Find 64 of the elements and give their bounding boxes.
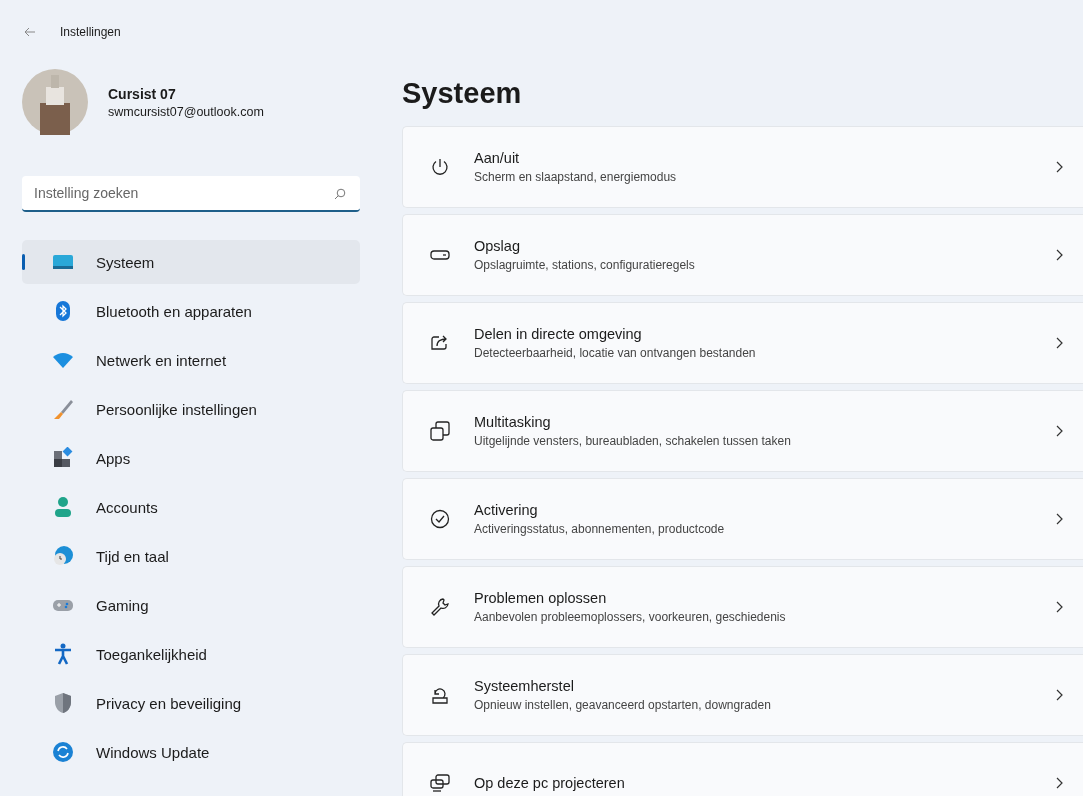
nav-item[interactable]: Apps [22, 436, 360, 480]
wrench-icon [430, 597, 450, 617]
settings-card[interactable]: Activering Activeringsstatus, abonnementen, productcode [402, 478, 1083, 560]
windows-stack-icon [430, 421, 450, 441]
nav-item[interactable]: Accounts [22, 485, 360, 529]
nav-item[interactable]: Privacy en beveiliging [22, 681, 360, 725]
card-subtitle: Opnieuw instellen, geavanceerd opstarten, downgraden [474, 698, 772, 712]
apps-grid-icon [52, 447, 74, 469]
card-title: Op deze pc projecteren [474, 775, 626, 791]
restore-icon [430, 685, 450, 705]
card-subtitle: Opslagruimte, stations, configuratieregels [474, 258, 696, 272]
person-icon [52, 496, 74, 518]
chevron-right-icon [1056, 425, 1063, 437]
nav-item[interactable]: Gaming [22, 583, 360, 627]
shield-icon [52, 692, 74, 714]
profile-email: swmcursist07@outlook.com [108, 104, 264, 119]
card-subtitle: Activeringsstatus, abonnementen, productcode [474, 522, 726, 536]
search-field[interactable]: Instelling zoeken [22, 176, 360, 212]
card-title: Opslag [474, 238, 521, 254]
settings-card[interactable]: Problemen oplossen Aanbevolen probleemoplossers, voorkeuren, geschiedenis [402, 566, 1083, 648]
accessibility-icon [52, 643, 74, 665]
search-icon [334, 188, 346, 200]
card-subtitle: Aanbevolen probleemoplossers, voorkeuren, geschiedenis [474, 610, 787, 624]
card-title: Delen in directe omgeving [474, 326, 643, 342]
card-title: Multitasking [474, 414, 552, 430]
nav-item[interactable]: Windows Update [22, 730, 360, 774]
nav-item[interactable]: Persoonlijke instellingen [22, 387, 360, 431]
card-subtitle: Detecteerbaarheid, locatie van ontvangen bestanden [474, 346, 757, 360]
chevron-right-icon [1056, 337, 1063, 349]
settings-card[interactable]: Aan/uit Scherm en slaapstand, energiemodus [402, 126, 1083, 208]
settings-card[interactable]: Delen in directe omgeving Detecteerbaarheid, locatie van ontvangen bestanden [402, 302, 1083, 384]
card-subtitle: Uitgelijnde vensters, bureaubladen, schakelen tussen taken [474, 434, 792, 448]
card-title: Activering [474, 502, 539, 518]
card-title: Aan/uit [474, 150, 521, 166]
back-arrow-icon[interactable] [24, 27, 36, 37]
chevron-right-icon [1056, 777, 1063, 789]
chevron-right-icon [1056, 601, 1063, 613]
monitors-icon [430, 773, 450, 793]
check-circle-icon [430, 509, 450, 529]
card-subtitle: Scherm en slaapstand, energiemodus [474, 170, 678, 184]
card-title: Problemen oplossen [474, 590, 608, 606]
share-icon [430, 333, 450, 353]
settings-card[interactable]: Opslag Opslagruimte, stations, configuratieregels [402, 214, 1083, 296]
avatar-picture [22, 69, 88, 135]
window-title: Instellingen [60, 25, 121, 39]
paintbrush-icon [52, 398, 74, 420]
power-icon [430, 157, 450, 177]
nav-item[interactable]: Bluetooth en apparaten [22, 289, 360, 333]
nav-item[interactable]: Toegankelijkheid [22, 632, 360, 676]
nav-item[interactable]: Netwerk en internet [22, 338, 360, 382]
profile-name: Cursist 07 [108, 85, 177, 102]
chevron-right-icon [1056, 689, 1063, 701]
globe-clock-icon [52, 545, 74, 567]
chevron-right-icon [1056, 249, 1063, 261]
settings-card[interactable]: Multitasking Uitgelijnde vensters, bureaubladen, schakelen tussen taken [402, 390, 1083, 472]
update-icon [52, 741, 74, 763]
settings-card[interactable]: Op deze pc projecteren [402, 742, 1083, 796]
card-title: Systeemherstel [474, 678, 575, 694]
nav-item[interactable]: Tijd en taal [22, 534, 360, 578]
chevron-right-icon [1056, 161, 1063, 173]
nav-item[interactable]: Systeem [22, 240, 360, 284]
settings-card[interactable]: Systeemherstel Opnieuw instellen, geavanceerd opstarten, downgraden [402, 654, 1083, 736]
page-title: Systeem [402, 76, 523, 111]
chevron-right-icon [1056, 513, 1063, 525]
